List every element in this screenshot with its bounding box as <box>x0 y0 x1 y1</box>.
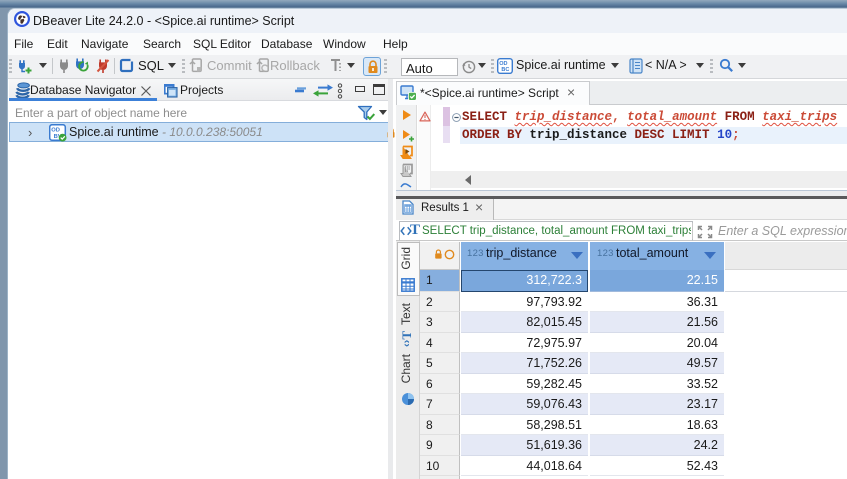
svg-text:OD: OD <box>51 127 60 133</box>
svg-text:BC: BC <box>501 67 509 73</box>
